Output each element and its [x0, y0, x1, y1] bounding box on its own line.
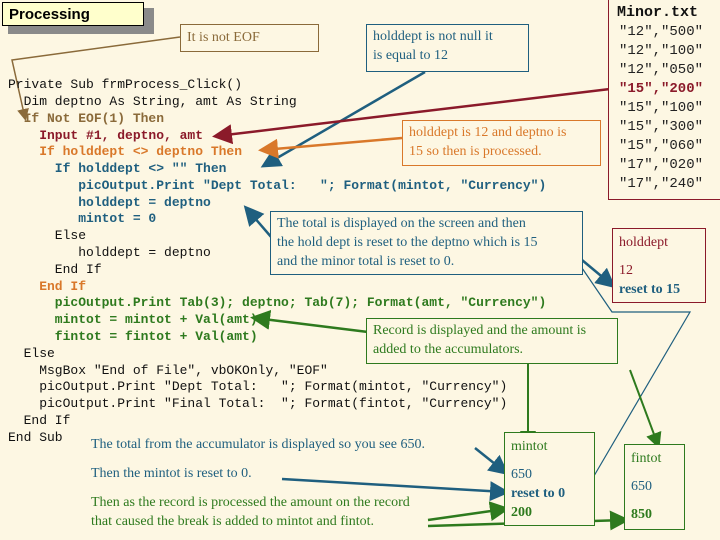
code-line-13: End If [8, 279, 87, 294]
code-line-15: mintot = mintot + Val(amt) [8, 312, 258, 327]
connector-processed [258, 136, 403, 159]
code-line-11: holddept = deptno [8, 245, 211, 260]
code-line-21: End If [8, 413, 71, 428]
minor-record: "12","500" [619, 24, 704, 40]
minor-record-highlighted: "15","200" [619, 81, 704, 97]
minor-record: "15","300" [619, 119, 704, 135]
callout-total-line3: and the minor total is reset to 0. [277, 254, 455, 269]
callout-not-eof: It is not EOF [180, 24, 319, 52]
minor-file-panel: Minor.txt "12","500" "12","100" "12","05… [608, 0, 720, 200]
minor-record: "17","020" [619, 157, 704, 173]
note-record-processed-1: Then as the record is processed the amou… [91, 495, 410, 510]
code-line-3: If Not EOF(1) Then [8, 111, 165, 126]
note-mintot-reset: Then the mintot is reset to 0. [91, 466, 252, 481]
holddept-new-value: reset to 15 [619, 282, 681, 297]
code-line-8: holddept = deptno [8, 195, 211, 210]
holddept-box: holddept 12 reset to 15 [612, 228, 706, 303]
connector-total-holddept [243, 205, 273, 239]
callout-not-null-line2: is equal to 12 [373, 48, 449, 63]
minor-record: "15","060" [619, 138, 704, 154]
connector-not-null [260, 70, 426, 168]
code-line-5: If holddept <> deptno Then [8, 144, 243, 159]
code-line-10: Else [8, 228, 87, 243]
callout-processed-line1: holddept is 12 and deptno is [409, 125, 567, 140]
code-line-12: End If [8, 262, 102, 277]
code-line-20: picOutput.Print "Final Total: "; Format(… [8, 396, 508, 411]
callout-record-line2: added to the accumulators. [373, 342, 524, 357]
fintot-value-650: 650 [631, 479, 652, 494]
code-line-6: If holddept <> "" Then [8, 161, 227, 176]
holddept-label: holddept [619, 235, 668, 250]
connector-total-to-holddept-box [581, 259, 616, 289]
note-total-displayed: The total from the accumulator is displa… [91, 437, 425, 452]
callout-total-line1: The total is displayed on the screen and… [277, 216, 526, 231]
callout-processed: holddept is 12 and deptno is 15 so then … [402, 120, 601, 166]
minor-file-name: Minor.txt [617, 4, 699, 21]
minor-record: "17","240" [619, 176, 704, 192]
callout-not-null-line1: holddept is not null it [373, 29, 493, 44]
fintot-value-850: 850 [631, 507, 652, 522]
connector-note3-mintot [427, 501, 510, 522]
mintot-value-200: 200 [511, 505, 532, 520]
code-line-19: picOutput.Print "Dept Total: "; Format(m… [8, 379, 508, 394]
code-line-16: fintot = fintot + Val(amt) [8, 329, 258, 344]
connector-note2 [281, 477, 510, 502]
code-line-2: Dim deptno As String, amt As String [8, 94, 297, 109]
fintot-label: fintot [631, 451, 662, 466]
note-record-processed-2: that caused the break is added to mintot… [91, 514, 375, 529]
code-line-1: Private Sub frmProcess_Click() [8, 77, 243, 92]
code-line-4: Input #1, deptno, amt [8, 128, 204, 143]
fintot-box: fintot 650 850 [624, 444, 685, 530]
code-line-22: End Sub [8, 430, 63, 445]
holddept-old-value: 12 [619, 263, 633, 278]
mintot-label: mintot [511, 439, 548, 454]
callout-not-null: holddept is not null it is equal to 12 [366, 24, 529, 72]
code-line-9: mintot = 0 [8, 211, 157, 226]
mintot-value-650: 650 [511, 467, 532, 482]
code-line-18: MsgBox "End of File", vbOKOnly, "EOF" [8, 363, 328, 378]
code-line-17: Else [8, 346, 55, 361]
connector-note1 [474, 447, 509, 476]
minor-record: "15","100" [619, 100, 704, 116]
callout-record-line1: Record is displayed and the amount is [373, 323, 587, 338]
mintot-box: mintot 650 reset to 0 200 [504, 432, 595, 526]
code-line-14: picOutput.Print Tab(3); deptno; Tab(7); … [8, 295, 547, 310]
minor-record: "12","050" [619, 62, 704, 78]
connector-record-mintot [250, 309, 369, 334]
callout-total-line2: the hold dept is reset to the deptno whi… [277, 235, 538, 250]
minor-record: "12","100" [619, 43, 704, 59]
callout-not-eof-text: It is not EOF [187, 30, 260, 45]
mintot-reset: reset to 0 [511, 486, 566, 501]
callout-processed-line2: 15 so then is processed. [409, 144, 542, 159]
callout-record-added: Record is displayed and the amount is ad… [366, 318, 618, 364]
code-line-7: picOutput.Print "Dept Total: "; Format(m… [8, 178, 547, 193]
callout-total-reset: The total is displayed on the screen and… [270, 211, 583, 275]
